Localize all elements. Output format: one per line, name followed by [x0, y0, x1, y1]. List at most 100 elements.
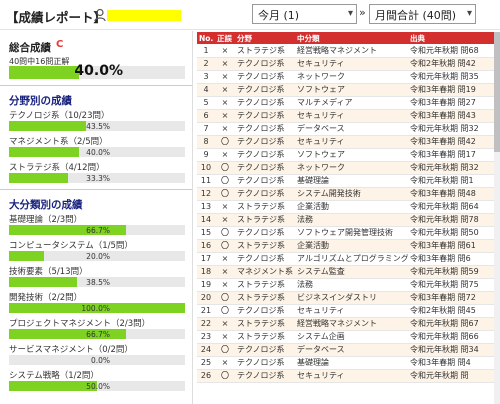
category-label: 開発技術（2/2問）: [9, 293, 83, 303]
row-source: 令和元年秋期 問66: [408, 330, 497, 344]
table-row[interactable]: 16 〇ストラテジ系 企業活動 令和3年春期 問61: [197, 239, 497, 253]
row-category: セキュリティ: [295, 109, 408, 123]
table-row[interactable]: 23 × ストラテジ系 システム企画 令和元年秋期 問66: [197, 330, 497, 344]
category-percent: 66.7%: [86, 330, 110, 339]
row-result: ×: [215, 109, 235, 123]
row-result: ×: [215, 57, 235, 71]
row-number: 9: [197, 148, 215, 162]
next-arrow-button[interactable]: »: [359, 6, 366, 19]
table-row[interactable]: 15 〇テクノロジ系 ソフトウェア開発管理技術 令和元年秋期 問50: [197, 226, 497, 240]
row-source: 令和3年春期 問4: [408, 356, 497, 370]
row-category: アルゴリズムとプログラミング: [295, 252, 408, 266]
table-row[interactable]: 24 〇テクノロジ系 データベース 令和元年秋期 問34: [197, 343, 497, 357]
table-row[interactable]: 18 × マネジメント系 システム監査 令和元年秋期 問59: [197, 265, 497, 279]
row-number: 5: [197, 96, 215, 110]
field-section-title: 分野別の成績: [9, 95, 72, 107]
category-progress: 0.0%: [9, 355, 185, 365]
table-row[interactable]: 2 × テクノロジ系 セキュリティ 令和2年秋期 問42: [197, 57, 497, 71]
table-row[interactable]: 3 × テクノロジ系 ネットワーク 令和元年秋期 問35: [197, 70, 497, 84]
table-row[interactable]: 19 × ストラテジ系 法務 令和元年秋期 問75: [197, 278, 497, 292]
scrollbar-thumb[interactable]: [494, 32, 500, 152]
field-percent: 33.3%: [86, 174, 110, 183]
row-category: セキュリティ: [295, 57, 408, 71]
table-row[interactable]: 5 × テクノロジ系 マルチメディア 令和3年春期 問27: [197, 96, 497, 110]
table-row[interactable]: 9 × テクノロジ系 ソフトウェア 令和3年春期 問17: [197, 148, 497, 162]
row-number: 2: [197, 57, 215, 71]
table-row[interactable]: 22 × ストラテジ系 経営戦略マネジメント 令和元年秋期 問67: [197, 317, 497, 331]
category-progress-fill: [9, 381, 97, 391]
row-field: ストラテジ系: [235, 200, 295, 214]
row-source: 令和3年春期 問48: [408, 187, 497, 201]
row-result: ×: [215, 330, 235, 344]
table-row[interactable]: 13 × ストラテジ系 企業活動 令和元年秋期 問64: [197, 200, 497, 214]
row-source: 令和元年秋期 問75: [408, 278, 497, 292]
table-row[interactable]: 6 × テクノロジ系 セキュリティ 令和3年春期 問43: [197, 109, 497, 123]
row-source: 令和3年春期 問19: [408, 83, 497, 97]
category-percent: 100.0%: [81, 304, 110, 313]
row-source: 令和元年秋期 問78: [408, 213, 497, 227]
row-source: 令和元年秋期 問68: [408, 44, 497, 58]
total-select[interactable]: 月間合計 (40問) ▾: [369, 4, 476, 24]
overall-percent: 40.0%: [74, 63, 123, 79]
row-category: システム開発技術: [295, 187, 408, 201]
row-field: テクノロジ系: [235, 174, 295, 188]
row-field: マネジメント系: [235, 265, 295, 279]
field-percent: 40.0%: [86, 148, 110, 157]
row-number: 8: [197, 135, 215, 149]
row-category: 企業活動: [295, 239, 408, 253]
table-row[interactable]: 7 × テクノロジ系 データベース 令和元年秋期 問32: [197, 122, 497, 136]
table-scrollbar[interactable]: [494, 32, 500, 404]
row-field: テクノロジ系: [235, 369, 295, 383]
chevron-down-icon: ▾: [347, 8, 353, 19]
row-number: 11: [197, 174, 215, 188]
table-row[interactable]: 20 〇ストラテジ系 ビジネスインダストリ 令和3年春期 問72: [197, 291, 497, 305]
table-row[interactable]: 1 × ストラテジ系 経営戦略マネジメント 令和元年秋期 問68: [197, 44, 497, 58]
table-row[interactable]: 17 × テクノロジ系 アルゴリズムとプログラミング 令和3年春期 問6: [197, 252, 497, 266]
row-category: データベース: [295, 122, 408, 136]
row-category: セキュリティ: [295, 369, 408, 383]
row-source: 令和元年秋期 問: [408, 369, 497, 383]
row-result: ×: [215, 278, 235, 292]
row-category: セキュリティ: [295, 304, 408, 318]
row-result: ×: [215, 148, 235, 162]
table-row[interactable]: 10 〇テクノロジ系 ネットワーク 令和元年秋期 問32: [197, 161, 497, 175]
row-category: システム企画: [295, 330, 408, 344]
header: 【成績レポート】 今月 (1) ▾ » 月間合計 (40問) ▾: [0, 0, 500, 30]
row-number: 14: [197, 213, 215, 227]
row-result: 〇: [215, 187, 235, 201]
row-source: 令和2年秋期 問42: [408, 57, 497, 71]
row-number: 7: [197, 122, 215, 136]
row-source: 令和3年春期 問43: [408, 109, 497, 123]
row-field: ストラテジ系: [235, 278, 295, 292]
row-field: テクノロジ系: [235, 161, 295, 175]
row-number: 4: [197, 83, 215, 97]
row-category: 経営戦略マネジメント: [295, 317, 408, 331]
table-row[interactable]: 25 × テクノロジ系 基礎理論 令和3年春期 問4: [197, 356, 497, 370]
month-select[interactable]: 今月 (1) ▾: [252, 4, 357, 24]
col-header-no: No.: [197, 32, 215, 44]
row-number: 19: [197, 278, 215, 292]
results-table: No. 正誤 分野 中分類 出典 1 × ストラテジ系 経営戦略マネジメント 令和元年秋…: [197, 32, 497, 404]
table-row[interactable]: 21 〇テクノロジ系 セキュリティ 令和2年秋期 問45: [197, 304, 497, 318]
row-category: 基礎理論: [295, 174, 408, 188]
row-field: テクノロジ系: [235, 122, 295, 136]
row-source: 令和3年春期 問27: [408, 96, 497, 110]
row-number: 3: [197, 70, 215, 84]
table-row[interactable]: 8 〇テクノロジ系 セキュリティ 令和3年春期 問42: [197, 135, 497, 149]
category-progress: 66.7%: [9, 329, 185, 339]
table-row[interactable]: 11 〇テクノロジ系 基礎理論 令和元年秋期 問1: [197, 174, 497, 188]
category-progress: 38.5%: [9, 277, 185, 287]
table-row[interactable]: 12 〇テクノロジ系 システム開発技術 令和3年春期 問48: [197, 187, 497, 201]
category-label: プロジェクトマネジメント（2/3問）: [9, 319, 151, 329]
table-row[interactable]: 4 × テクノロジ系 ソフトウェア 令和3年春期 問19: [197, 83, 497, 97]
row-result: ×: [215, 200, 235, 214]
row-number: 21: [197, 304, 215, 318]
row-number: 6: [197, 109, 215, 123]
col-header-source: 出典: [408, 32, 497, 44]
row-number: 16: [197, 239, 215, 253]
row-source: 令和3年春期 問42: [408, 135, 497, 149]
table-row[interactable]: 14 × ストラテジ系 法務 令和元年秋期 問78: [197, 213, 497, 227]
row-field: ストラテジ系: [235, 317, 295, 331]
table-row[interactable]: 26 〇テクノロジ系 セキュリティ 令和元年秋期 問: [197, 369, 497, 383]
row-result: ×: [215, 213, 235, 227]
